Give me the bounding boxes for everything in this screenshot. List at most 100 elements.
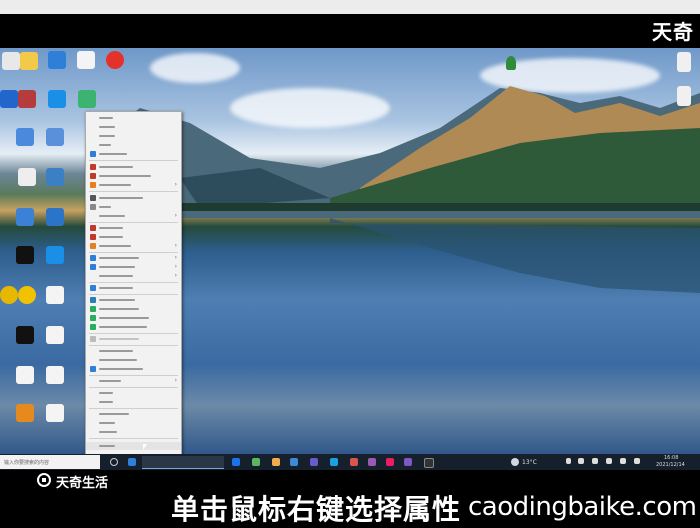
menu-separator — [89, 252, 178, 253]
tray-icon[interactable] — [634, 458, 640, 464]
tray-icon[interactable] — [578, 458, 584, 464]
context-menu-item[interactable] — [86, 123, 181, 131]
context-menu-item[interactable] — [86, 347, 181, 355]
context-menu-item-properties[interactable] — [86, 442, 181, 450]
desktop-icon[interactable] — [16, 128, 34, 146]
context-menu-item[interactable] — [86, 141, 181, 149]
context-menu-item[interactable] — [86, 356, 181, 364]
context-menu-item[interactable] — [86, 335, 181, 343]
context-menu-item[interactable] — [86, 419, 181, 427]
desktop-icon[interactable] — [106, 51, 124, 69]
context-menu-item[interactable]: › — [86, 377, 181, 385]
desktop-icon[interactable] — [48, 90, 66, 108]
desktop-icon[interactable] — [677, 86, 691, 106]
app-icon — [90, 324, 96, 330]
context-menu-item[interactable]: › — [86, 212, 181, 220]
desktop-icon[interactable] — [20, 52, 38, 70]
context-menu-item[interactable]: › — [86, 263, 181, 271]
desktop-icon[interactable] — [46, 208, 64, 226]
taskbar-app-icon[interactable] — [252, 458, 260, 466]
desktop-icon[interactable] — [677, 52, 691, 72]
taskbar-app-icon[interactable] — [310, 458, 318, 466]
context-menu-item[interactable] — [86, 224, 181, 232]
tray-icon[interactable] — [566, 458, 571, 464]
context-menu-item[interactable] — [86, 428, 181, 436]
desktop-icon[interactable] — [18, 90, 36, 108]
tray-icon[interactable] — [606, 458, 612, 464]
search-placeholder: 输入你要搜索的内容 — [4, 460, 50, 466]
context-menu-item[interactable] — [86, 284, 181, 292]
app-icon — [90, 173, 96, 179]
desktop-icon[interactable] — [16, 404, 34, 422]
taskbar-app-icon[interactable] — [232, 458, 240, 466]
context-menu-item[interactable] — [86, 389, 181, 397]
desktop-icon[interactable] — [18, 286, 36, 304]
taskbar-app-icon[interactable] — [290, 458, 298, 466]
context-menu-item[interactable] — [86, 163, 181, 171]
tray-icon[interactable] — [592, 458, 598, 464]
chevron-right-icon: › — [174, 254, 177, 261]
taskbar-app-icon[interactable] — [404, 458, 412, 466]
taskbar-app-icon[interactable] — [350, 458, 358, 466]
context-menu-item[interactable] — [86, 194, 181, 202]
tray-icon[interactable] — [620, 458, 626, 464]
taskbar-app-icon[interactable] — [272, 458, 280, 466]
desktop-icon[interactable] — [2, 52, 20, 70]
context-menu-item[interactable] — [86, 365, 181, 373]
weather-icon[interactable] — [511, 458, 519, 466]
menu-separator — [89, 375, 178, 376]
desktop-icon[interactable] — [46, 286, 64, 304]
desktop-icon[interactable] — [78, 90, 96, 108]
context-menu-item[interactable] — [86, 132, 181, 140]
desktop-icon[interactable] — [46, 246, 64, 264]
context-menu-item[interactable] — [86, 323, 181, 331]
taskbar-app-icon[interactable] — [424, 458, 434, 468]
clock-time[interactable]: 16:08 — [664, 455, 678, 461]
app-icon — [90, 225, 96, 231]
desktop-icon[interactable] — [46, 128, 64, 146]
context-menu-item[interactable] — [86, 305, 181, 313]
taskbar-app-icon[interactable] — [330, 458, 338, 466]
taskbar-app-icon[interactable] — [368, 458, 376, 466]
taskbar-app-icon[interactable] — [386, 458, 394, 466]
taskbar-search-box[interactable]: 输入你要搜索的内容 — [0, 455, 100, 469]
context-menu-item[interactable] — [86, 296, 181, 304]
desktop-icon[interactable] — [16, 208, 34, 226]
menu-separator — [89, 282, 178, 283]
context-menu-item[interactable] — [86, 410, 181, 418]
context-menu-item[interactable]: › — [86, 254, 181, 262]
taskbar-app-icon[interactable] — [128, 458, 136, 466]
desktop-icon[interactable] — [46, 326, 64, 344]
desktop-icon[interactable] — [46, 366, 64, 384]
menu-separator — [89, 294, 178, 295]
context-menu-item[interactable] — [86, 172, 181, 180]
context-menu-item[interactable]: › — [86, 181, 181, 189]
desktop-icon[interactable] — [46, 404, 64, 422]
app-icon — [90, 336, 96, 342]
app-icon — [90, 264, 96, 270]
desktop-icon[interactable] — [46, 168, 64, 186]
weather-temperature: 13°C — [522, 459, 537, 466]
context-menu[interactable]: › › › › › › › — [85, 111, 182, 458]
context-menu-item[interactable] — [86, 314, 181, 322]
context-menu-item[interactable]: › — [86, 272, 181, 280]
taskbar-browser-tab[interactable] — [142, 456, 224, 469]
desktop-icon[interactable] — [0, 90, 18, 108]
context-menu-item[interactable] — [86, 233, 181, 241]
task-view-icon[interactable] — [110, 458, 118, 466]
context-menu-item[interactable] — [86, 114, 181, 122]
desktop-icon[interactable] — [77, 51, 95, 69]
clock-date[interactable]: 2021/12/14 — [656, 462, 685, 468]
context-menu-item[interactable] — [86, 398, 181, 406]
desktop-icon[interactable] — [0, 286, 18, 304]
desktop-icon[interactable] — [16, 326, 34, 344]
context-menu-item[interactable] — [86, 150, 181, 158]
desktop-icon[interactable] — [18, 168, 36, 186]
context-menu-item[interactable]: › — [86, 242, 181, 250]
desktop-icon[interactable] — [16, 366, 34, 384]
desktop-icon[interactable] — [16, 246, 34, 264]
context-menu-item[interactable] — [86, 203, 181, 211]
chevron-right-icon: › — [174, 263, 177, 270]
app-icon — [90, 243, 96, 249]
desktop-icon[interactable] — [48, 51, 66, 69]
